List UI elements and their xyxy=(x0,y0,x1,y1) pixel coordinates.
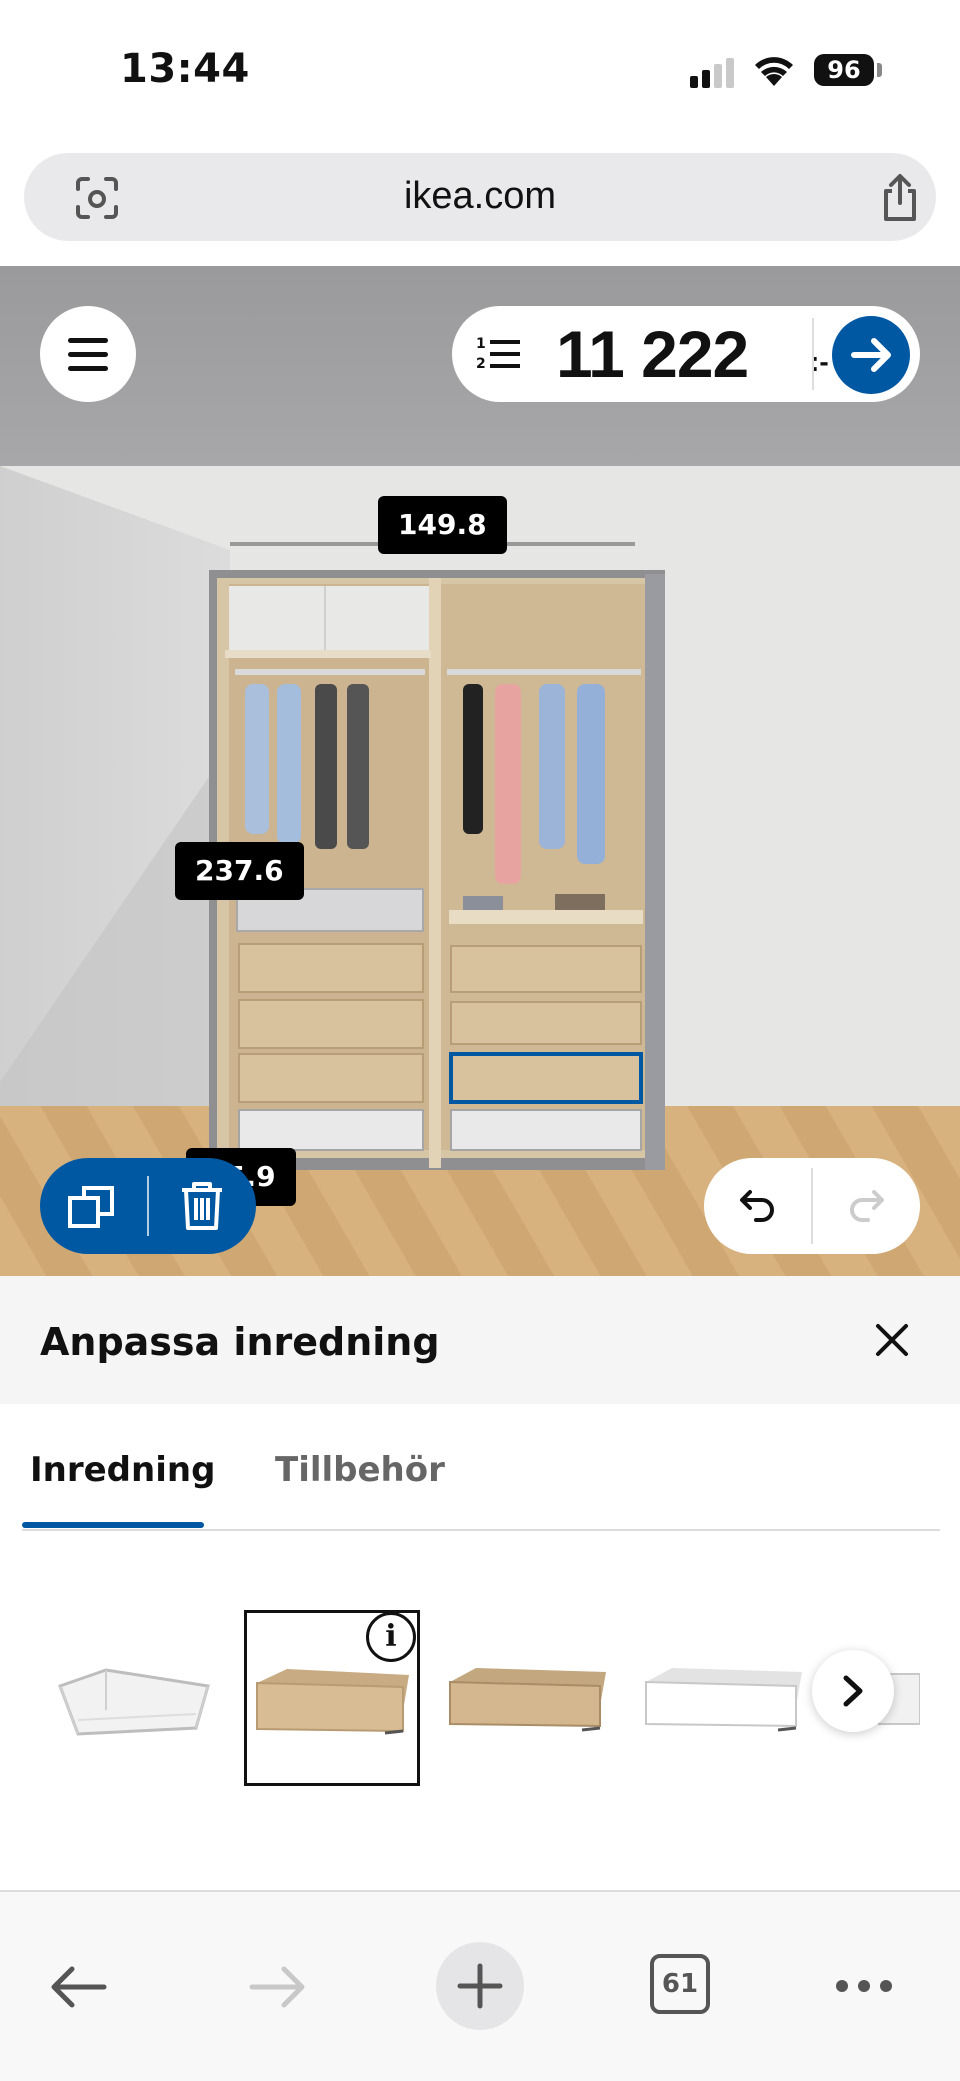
white-drawer-image xyxy=(645,1668,802,1732)
more-icon[interactable] xyxy=(834,1976,894,1996)
redo-icon[interactable] xyxy=(844,1184,886,1226)
chevron-right-icon xyxy=(843,1675,863,1707)
battery-indicator: 96 xyxy=(814,54,874,86)
height-dimension-label: 237.6 xyxy=(175,842,304,900)
tabs-separator xyxy=(22,1529,940,1531)
active-tab-indicator xyxy=(22,1522,204,1528)
product-option-white-drawer[interactable] xyxy=(636,1610,812,1786)
address-bar[interactable]: ikea.com xyxy=(24,153,936,241)
trash-icon[interactable] xyxy=(178,1180,226,1232)
forward-arrow-icon[interactable] xyxy=(248,1964,308,2010)
width-dimension-label: 149.8 xyxy=(378,496,507,554)
edit-tools xyxy=(40,1158,256,1254)
panel-tabs: Inredning Tillbehör xyxy=(0,1404,960,1532)
history-divider xyxy=(811,1168,813,1244)
plus-icon xyxy=(457,1963,503,2009)
undo-icon[interactable] xyxy=(738,1184,780,1226)
tools-divider xyxy=(147,1176,149,1236)
price-divider xyxy=(812,318,814,390)
planner-viewport[interactable]: 1 2 11 222 :- 149.8 237.6 5.9 xyxy=(0,266,960,1276)
wire-basket-image xyxy=(58,1668,210,1736)
next-products-button[interactable] xyxy=(812,1650,894,1732)
product-option-white-wire-basket[interactable] xyxy=(46,1610,222,1786)
back-arrow-icon[interactable] xyxy=(48,1964,108,2010)
price-summary[interactable]: 1 2 11 222 :- xyxy=(452,306,920,402)
svg-text:1: 1 xyxy=(476,336,486,352)
arrow-right-icon xyxy=(851,338,891,372)
go-to-cart-button[interactable] xyxy=(832,316,910,394)
wifi-icon xyxy=(755,57,793,86)
info-icon[interactable]: i xyxy=(366,1612,416,1662)
battery-tip xyxy=(877,63,882,77)
status-bar: 13:44 96 xyxy=(0,0,960,140)
product-option-oak-drawer-glass[interactable] xyxy=(440,1610,616,1786)
product-options: i xyxy=(0,1600,960,1820)
customize-panel-header: Anpassa inredning xyxy=(0,1276,960,1404)
close-icon[interactable] xyxy=(872,1320,912,1360)
list-icon: 1 2 xyxy=(476,336,520,372)
history-controls xyxy=(704,1158,920,1254)
duplicate-icon[interactable] xyxy=(66,1182,118,1232)
tab-inredning[interactable]: Inredning xyxy=(30,1450,215,1490)
svg-text:2: 2 xyxy=(476,356,486,372)
status-time: 13:44 xyxy=(120,46,250,92)
new-tab-button[interactable] xyxy=(436,1942,524,2030)
oak-drawer-glass-image xyxy=(449,1668,606,1732)
tab-tillbehor[interactable]: Tillbehör xyxy=(275,1450,445,1490)
url-text[interactable]: ikea.com xyxy=(24,175,936,218)
cellular-signal-icon xyxy=(690,58,736,88)
panel-title: Anpassa inredning xyxy=(40,1320,440,1364)
total-price: 11 222 xyxy=(556,317,749,391)
browser-toolbar: 61 xyxy=(0,1890,960,2081)
tabs-button[interactable]: 61 xyxy=(650,1954,710,2014)
share-icon[interactable] xyxy=(878,173,922,223)
menu-button[interactable] xyxy=(40,306,136,402)
menu-icon xyxy=(68,338,108,343)
